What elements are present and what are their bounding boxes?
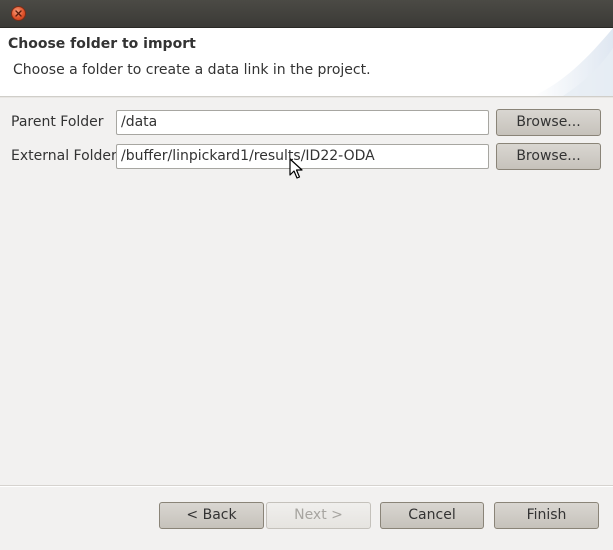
- finish-button[interactable]: Finish: [494, 502, 599, 529]
- external-folder-label: External Folder: [11, 148, 117, 164]
- close-icon: [15, 10, 22, 17]
- back-button[interactable]: < Back: [159, 502, 264, 529]
- wizard-header: Choose folder to import Choose a folder …: [0, 28, 613, 97]
- next-button[interactable]: Next >: [266, 502, 371, 529]
- footer-separator: [0, 485, 613, 487]
- parent-folder-input[interactable]: /data: [116, 110, 489, 135]
- cancel-button[interactable]: Cancel: [380, 502, 484, 529]
- mouse-pointer-icon: [289, 158, 303, 179]
- header-decoration: [533, 28, 613, 96]
- wizard-content: Parent Folder /data Browse... External F…: [0, 97, 613, 478]
- import-folder-dialog: Choose folder to import Choose a folder …: [0, 0, 613, 550]
- parent-folder-label: Parent Folder: [11, 114, 104, 130]
- close-button[interactable]: [11, 6, 26, 21]
- page-description: Choose a folder to create a data link in…: [13, 62, 371, 78]
- title-bar: [0, 0, 613, 28]
- page-title: Choose folder to import: [8, 36, 196, 52]
- external-folder-browse-button[interactable]: Browse...: [496, 143, 601, 170]
- parent-folder-browse-button[interactable]: Browse...: [496, 109, 601, 136]
